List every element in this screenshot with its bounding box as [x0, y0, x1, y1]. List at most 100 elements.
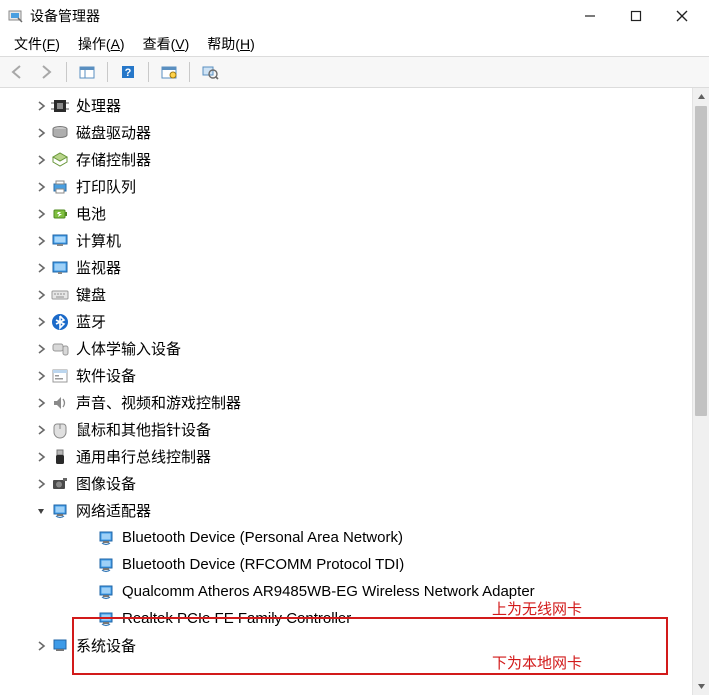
tree-item[interactable]: 监视器 [0, 254, 691, 281]
back-button[interactable] [6, 60, 30, 84]
expand-caret[interactable] [34, 317, 48, 327]
expand-caret[interactable] [34, 101, 48, 111]
forward-button[interactable] [34, 60, 58, 84]
window-title: 设备管理器 [30, 6, 100, 26]
tree-item[interactable]: 键盘 [0, 281, 691, 308]
toolbar-separator [189, 62, 190, 82]
tree-item-label: 通用串行总线控制器 [76, 446, 211, 467]
expand-caret[interactable] [34, 506, 48, 516]
tree-item[interactable]: 软件设备 [0, 362, 691, 389]
computer-icon [50, 232, 70, 250]
tree-item[interactable]: 声音、视频和游戏控制器 [0, 389, 691, 416]
vertical-scrollbar[interactable] [692, 88, 709, 695]
tree-item-label: Qualcomm Atheros AR9485WB-EG Wireless Ne… [122, 583, 535, 600]
tree-item[interactable]: 网络适配器 [0, 497, 691, 524]
disk-icon [50, 124, 70, 142]
tree-item-label: 图像设备 [76, 473, 136, 494]
annotation-top: 上为无线网卡 [492, 598, 582, 619]
nic-icon [96, 556, 116, 574]
tree-item-label: 打印队列 [76, 176, 136, 197]
printer-icon [50, 178, 70, 196]
tree-item[interactable]: 图像设备 [0, 470, 691, 497]
expand-caret[interactable] [34, 263, 48, 273]
battery-icon [50, 205, 70, 223]
menu-action[interactable]: 操作(A) [70, 32, 133, 56]
expand-caret[interactable] [34, 209, 48, 219]
expand-caret[interactable] [34, 398, 48, 408]
nic-icon [96, 529, 116, 547]
tree-item-label: 声音、视频和游戏控制器 [76, 392, 241, 413]
monitor-icon [50, 259, 70, 277]
network-icon [50, 502, 70, 520]
usb-icon [50, 448, 70, 466]
tree-item[interactable]: 电池 [0, 200, 691, 227]
tree-item[interactable]: 磁盘驱动器 [0, 119, 691, 146]
tree-item[interactable]: 存储控制器 [0, 146, 691, 173]
help-button[interactable]: ? [116, 60, 140, 84]
expand-caret[interactable] [34, 371, 48, 381]
storage-icon [50, 151, 70, 169]
tree-item-label: 电池 [76, 203, 106, 224]
tree-item-label: Bluetooth Device (RFCOMM Protocol TDI) [122, 556, 404, 573]
scroll-down-arrow[interactable] [693, 678, 709, 695]
tree-item[interactable]: Bluetooth Device (RFCOMM Protocol TDI) [0, 551, 691, 578]
toolbar-separator [148, 62, 149, 82]
expand-caret[interactable] [34, 641, 48, 651]
system-icon [50, 637, 70, 655]
tree-item-label: 键盘 [76, 284, 106, 305]
tree-item[interactable]: 通用串行总线控制器 [0, 443, 691, 470]
software-icon [50, 367, 70, 385]
tree-item[interactable]: 人体学输入设备 [0, 335, 691, 362]
tree-item[interactable]: 蓝牙 [0, 308, 691, 335]
device-tree[interactable]: 处理器磁盘驱动器存储控制器打印队列电池计算机监视器键盘蓝牙人体学输入设备软件设备… [0, 88, 691, 695]
expand-caret[interactable] [34, 425, 48, 435]
scan-hardware-button[interactable] [157, 60, 181, 84]
menu-help[interactable]: 帮助(H) [199, 32, 262, 56]
menu-view[interactable]: 查看(V) [135, 32, 198, 56]
expand-caret[interactable] [34, 128, 48, 138]
toolbar: ? [0, 56, 709, 88]
tree-item-label: 存储控制器 [76, 149, 151, 170]
tree-item-label: 网络适配器 [76, 500, 151, 521]
tree-item[interactable]: 计算机 [0, 227, 691, 254]
minimize-button[interactable] [567, 1, 613, 31]
tree-item[interactable]: 鼠标和其他指针设备 [0, 416, 691, 443]
device-tree-panel: 处理器磁盘驱动器存储控制器打印队列电池计算机监视器键盘蓝牙人体学输入设备软件设备… [0, 88, 709, 695]
menubar: 文件(F) 操作(A) 查看(V) 帮助(H) [0, 32, 709, 56]
audio-icon [50, 394, 70, 412]
expand-caret[interactable] [34, 452, 48, 462]
tree-item-label: 计算机 [76, 230, 121, 251]
tree-item-label: 人体学输入设备 [76, 338, 181, 359]
scroll-up-arrow[interactable] [693, 88, 709, 105]
tree-item-label: 蓝牙 [76, 311, 106, 332]
expand-caret[interactable] [34, 236, 48, 246]
close-button[interactable] [659, 1, 705, 31]
refresh-button[interactable] [198, 60, 222, 84]
tree-item-label: 软件设备 [76, 365, 136, 386]
scroll-thumb[interactable] [695, 106, 707, 416]
expand-caret[interactable] [34, 344, 48, 354]
tree-item-label: 监视器 [76, 257, 121, 278]
device-manager-window: 设备管理器 文件(F) 操作(A) 查看(V) 帮助(H) [0, 0, 709, 695]
hid-icon [50, 340, 70, 358]
expand-caret[interactable] [34, 155, 48, 165]
expand-caret[interactable] [34, 479, 48, 489]
maximize-button[interactable] [613, 1, 659, 31]
show-hide-tree-button[interactable] [75, 60, 99, 84]
svg-text:?: ? [125, 67, 132, 79]
toolbar-separator [66, 62, 67, 82]
tree-item[interactable]: 打印队列 [0, 173, 691, 200]
tree-item-label: Bluetooth Device (Personal Area Network) [122, 529, 403, 546]
expand-caret[interactable] [34, 182, 48, 192]
expand-caret[interactable] [34, 290, 48, 300]
app-icon [8, 8, 24, 24]
nic-icon [96, 583, 116, 601]
tree-item[interactable]: Qualcomm Atheros AR9485WB-EG Wireless Ne… [0, 578, 691, 605]
image-icon [50, 475, 70, 493]
tree-item-label: 鼠标和其他指针设备 [76, 419, 211, 440]
tree-item[interactable]: 处理器 [0, 92, 691, 119]
menu-file[interactable]: 文件(F) [6, 32, 68, 56]
tree-item[interactable]: Bluetooth Device (Personal Area Network) [0, 524, 691, 551]
tree-item-label: 磁盘驱动器 [76, 122, 151, 143]
annotation-bottom: 下为本地网卡 [492, 652, 582, 673]
